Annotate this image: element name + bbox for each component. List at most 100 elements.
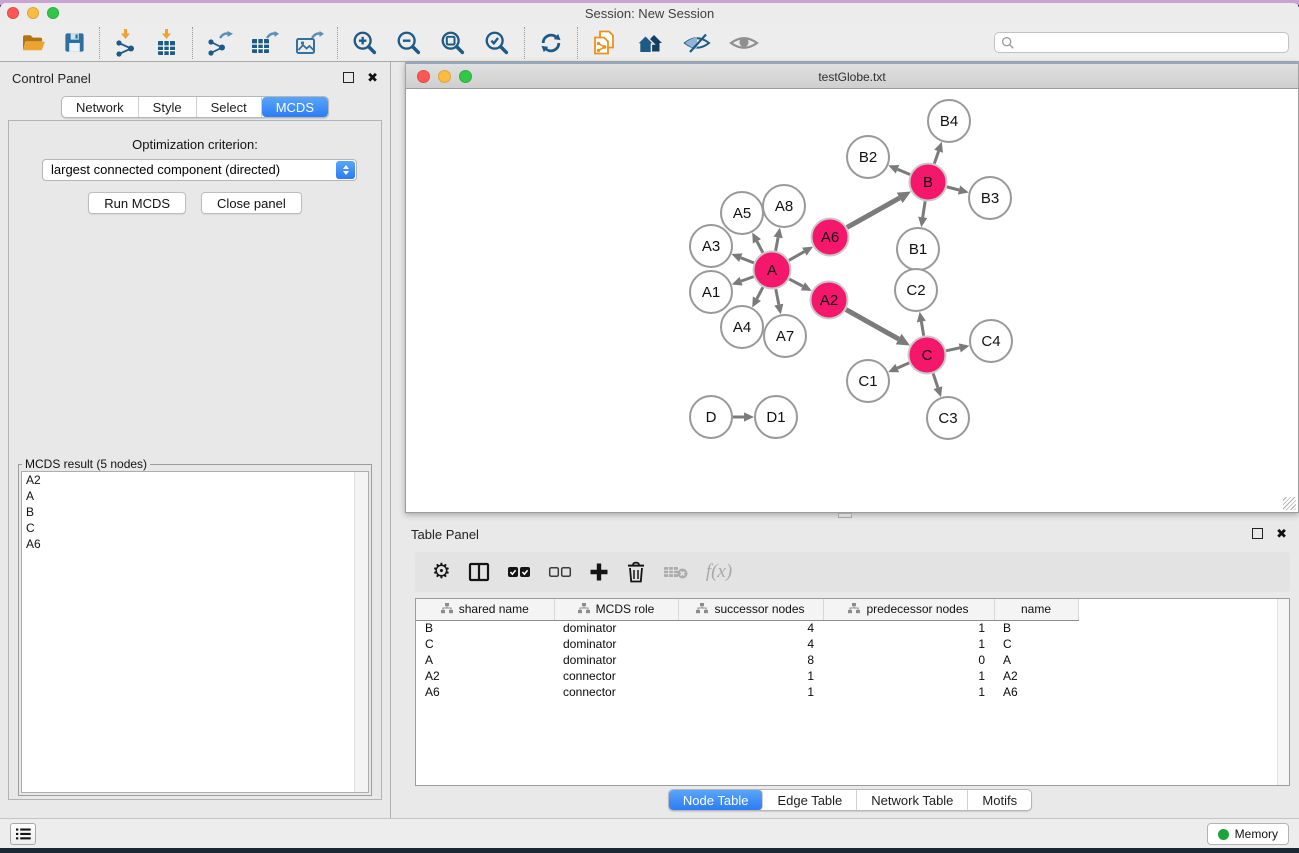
export-network-icon[interactable] [206,30,234,56]
table-cell[interactable]: 0 [823,652,994,668]
table-cell[interactable]: 1 [823,668,994,684]
minimize-window-button[interactable] [27,7,39,19]
zoom-fit-icon[interactable] [439,29,467,57]
node-table[interactable]: shared nameMCDS rolesuccessor nodesprede… [415,598,1290,786]
graph-edge[interactable] [921,322,923,336]
graph-edge[interactable] [846,310,899,340]
close-panel-button[interactable]: Close panel [201,192,302,214]
table-row[interactable]: A6connector11A6 [416,684,1289,700]
zoom-selected-icon[interactable] [483,29,511,57]
table-scrollbar[interactable] [1277,599,1289,785]
column-header[interactable]: MCDS role [554,599,678,620]
table-cell[interactable]: A2 [416,668,554,684]
delete-row-icon[interactable] [626,561,646,583]
table-cell[interactable]: 4 [678,636,823,652]
float-table-panel-icon[interactable] [1252,528,1263,539]
mcds-result-item[interactable]: A6 [22,536,368,552]
export-image-icon[interactable] [295,30,324,56]
close-table-panel-icon[interactable]: ✖ [1276,528,1287,539]
tab-style[interactable]: Style [139,97,197,117]
table-cell[interactable]: 8 [678,652,823,668]
graph-edge[interactable] [789,279,803,286]
table-cell[interactable]: C [994,636,1078,652]
table-cell[interactable]: 1 [678,668,823,684]
table-settings-icon[interactable]: ⚙ [432,562,451,582]
mcds-result-list[interactable]: A2ABCA6 [21,471,369,793]
table-cell[interactable]: dominator [554,652,678,668]
network-zoom-button[interactable] [459,70,472,83]
table-cell[interactable]: A [416,652,554,668]
network-canvas[interactable]: B4B2BB3A5A8A6B1A3AA1C2A2A4A7C4CC1C3DD1 [405,89,1299,513]
table-cell[interactable]: 1 [823,620,994,636]
table-cell[interactable]: B [994,620,1078,636]
graph-edge[interactable] [947,187,959,190]
table-cell[interactable]: connector [554,684,678,700]
column-header[interactable]: predecessor nodes [823,599,994,620]
copy-network-icon[interactable] [591,29,618,57]
import-network-icon[interactable] [113,28,138,57]
hide-eye-icon[interactable] [682,31,712,55]
task-history-button[interactable] [10,823,36,845]
unselect-all-icon[interactable] [548,565,572,579]
zoom-window-button[interactable] [47,7,59,19]
table-cell[interactable]: A2 [994,668,1078,684]
graph-edge[interactable] [923,201,925,217]
show-eye-icon[interactable] [728,32,760,54]
zoom-in-icon[interactable] [351,29,379,57]
table-row[interactable]: Adominator80A [416,652,1289,668]
tab-select[interactable]: Select [197,97,262,117]
graph-edge[interactable] [741,258,754,263]
resize-grip-icon[interactable] [1283,497,1296,510]
tab-network-table[interactable]: Network Table [857,790,968,810]
network-minimize-button[interactable] [438,70,451,83]
graph-edge[interactable] [946,348,960,351]
graph-edge[interactable] [776,237,779,250]
search-field[interactable] [994,32,1289,53]
network-view-window[interactable]: testGlobe.txt B4B2BB3A5A8A6B1A3AA1C2A2A4… [405,62,1299,513]
graph-edge[interactable] [789,252,804,261]
mcds-result-item[interactable]: A [22,488,368,504]
table-row[interactable]: A2connector11A2 [416,668,1289,684]
graph-edge[interactable] [757,241,763,252]
graph-edge[interactable] [897,363,909,368]
graph-edge[interactable] [776,289,779,304]
mcds-result-item[interactable]: C [22,520,368,536]
save-session-icon[interactable] [63,31,86,54]
home-icon[interactable] [634,31,666,55]
memory-button[interactable]: Memory [1207,823,1289,845]
result-scrollbar[interactable] [354,472,368,792]
column-header[interactable]: shared name [416,599,554,620]
tab-edge-table[interactable]: Edge Table [763,790,857,810]
delete-table-icon[interactable] [663,564,689,580]
tab-motifs[interactable]: Motifs [968,790,1031,810]
import-table-icon[interactable] [154,28,179,57]
close-window-button[interactable] [7,7,19,19]
close-panel-icon[interactable]: ✖ [367,72,378,83]
graph-edge[interactable] [741,277,754,282]
search-input[interactable] [1015,36,1282,50]
table-cell[interactable]: connector [554,668,678,684]
graph-edge[interactable] [757,287,763,298]
column-header[interactable]: successor nodes [678,599,823,620]
table-row[interactable]: Bdominator41B [416,620,1289,636]
float-panel-icon[interactable] [343,72,354,83]
show-columns-icon[interactable] [468,562,490,582]
table-cell[interactable]: 4 [678,620,823,636]
function-builder-icon[interactable]: f(x) [706,561,732,583]
graph-edge[interactable] [898,169,910,174]
table-cell[interactable]: 1 [823,684,994,700]
optimization-criterion-select[interactable]: largest connected component (directed) [42,159,357,181]
column-header[interactable]: name [994,599,1078,620]
table-cell[interactable]: A6 [994,684,1078,700]
table-cell[interactable]: B [416,620,554,636]
tab-mcds[interactable]: MCDS [262,97,328,117]
tab-network[interactable]: Network [62,97,139,117]
table-cell[interactable]: 1 [678,684,823,700]
open-session-icon[interactable] [21,31,47,55]
graph-edge[interactable] [934,151,938,163]
select-all-icon[interactable] [507,565,531,579]
table-cell[interactable]: 1 [823,636,994,652]
graph-edge[interactable] [847,198,900,228]
tab-node-table[interactable]: Node Table [669,790,764,810]
refresh-layout-icon[interactable] [538,30,564,56]
